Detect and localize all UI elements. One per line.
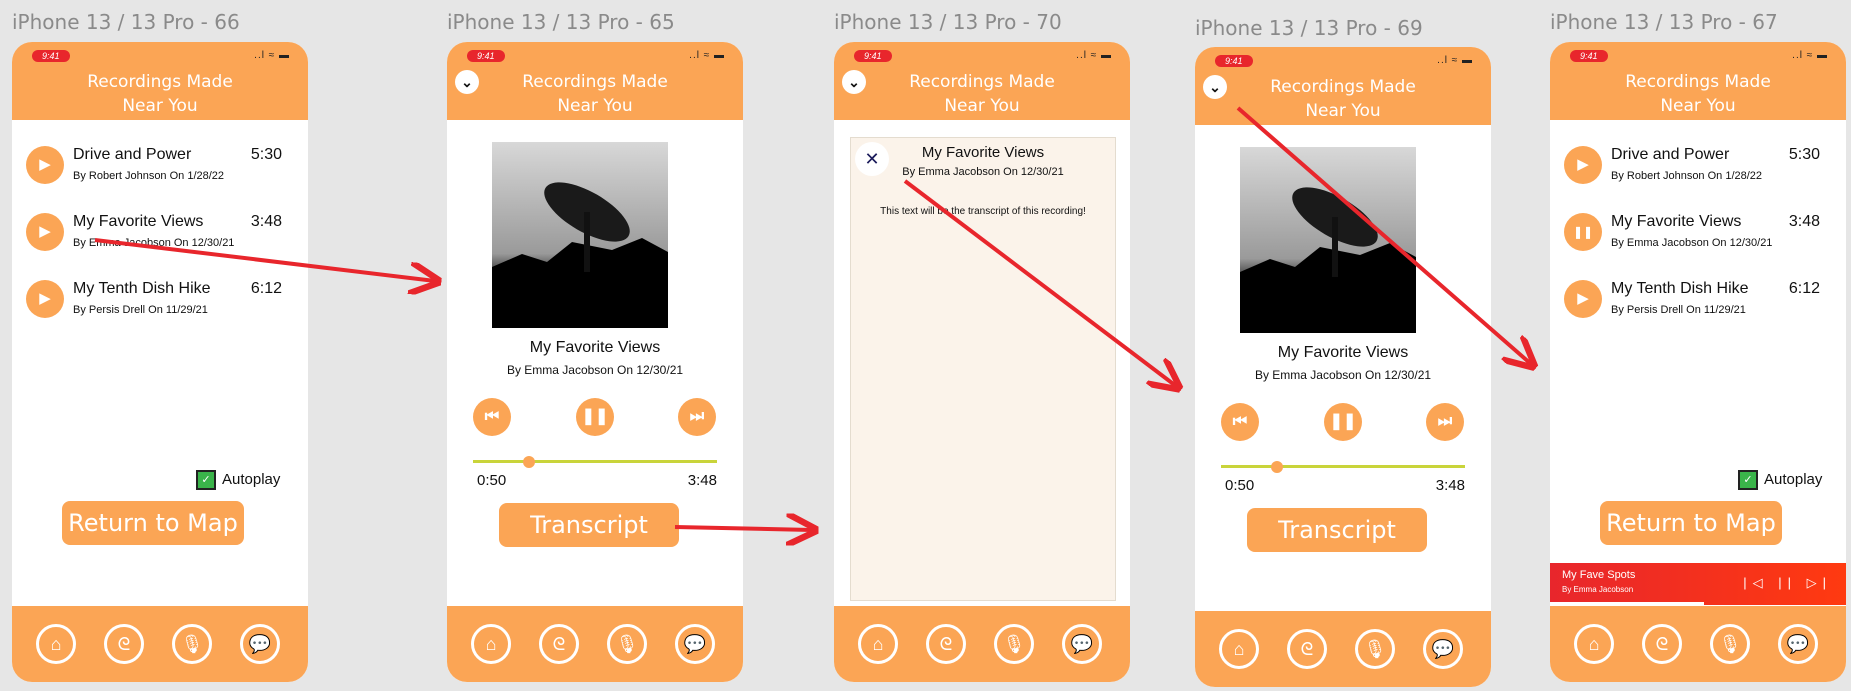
flow-arrow <box>903 179 1176 386</box>
flow-arrows <box>94 106 1851 691</box>
flow-arrow <box>674 527 812 530</box>
flow-arrow <box>94 238 435 281</box>
flow-arrow <box>1236 106 1531 364</box>
